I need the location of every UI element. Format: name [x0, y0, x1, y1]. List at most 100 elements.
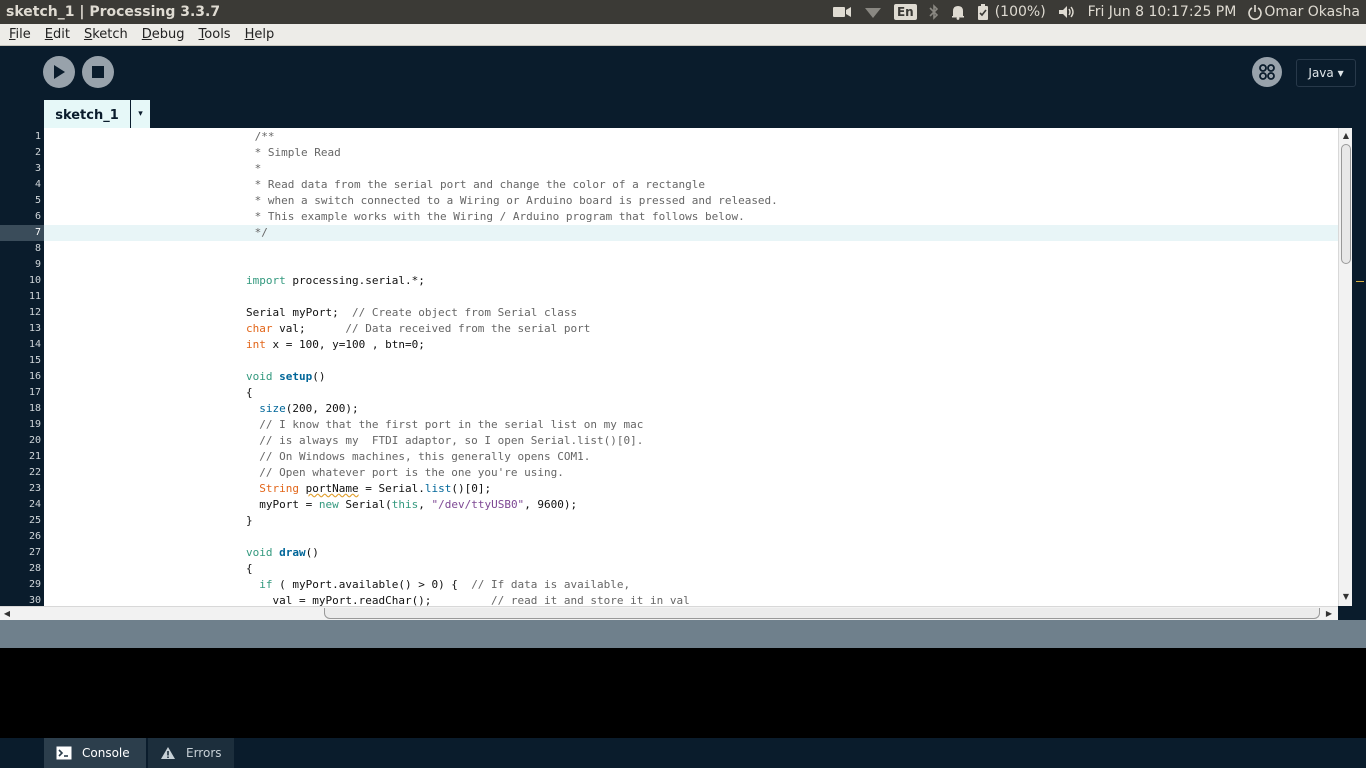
stop-icon	[92, 66, 104, 78]
code-line: {	[246, 562, 253, 575]
notification-bell-icon[interactable]	[951, 4, 965, 20]
camera-icon[interactable]	[832, 5, 852, 19]
wifi-icon[interactable]	[864, 5, 882, 19]
code-line: */	[248, 226, 268, 239]
tab-bar: sketch_1 ▾	[0, 100, 1366, 128]
clock[interactable]: Fri Jun 8 10:17:25 PM	[1088, 4, 1237, 20]
debugger-button[interactable]	[1252, 57, 1282, 87]
keyboard-layout[interactable]: En	[893, 4, 917, 20]
warning-icon	[161, 747, 175, 759]
line-number: 23	[28, 483, 41, 494]
code-area[interactable]: /** * Simple Read * * Read data from the…	[44, 128, 1338, 606]
line-number: 13	[28, 323, 41, 334]
line-number: 14	[28, 339, 41, 350]
error-marker-column[interactable]	[1352, 128, 1366, 606]
butterfly-icon	[1259, 64, 1275, 80]
terminal-icon	[56, 746, 72, 760]
line-number: 8	[34, 243, 41, 254]
menu-file[interactable]: File	[4, 27, 36, 42]
code-line: String portName = Serial.list()[0];	[259, 482, 492, 495]
line-number: 6	[34, 211, 41, 222]
code-line: // Open whatever port is the one you're …	[246, 466, 564, 479]
line-number: 21	[28, 451, 41, 462]
mode-selector[interactable]: Java ▾	[1296, 59, 1356, 87]
volume-icon[interactable]	[1058, 5, 1076, 19]
line-number: 12	[28, 307, 41, 318]
battery-percent: (100%)	[994, 4, 1046, 20]
current-line-highlight	[44, 225, 1338, 241]
scroll-left-icon[interactable]: ◀	[0, 609, 14, 618]
warning-marker[interactable]	[1356, 281, 1364, 282]
code-line: {	[246, 386, 253, 399]
window-title: sketch_1 | Processing 3.3.7	[6, 4, 221, 20]
play-icon	[54, 65, 65, 79]
code-line: * Simple Read	[248, 146, 341, 159]
vertical-scrollbar[interactable]: ▲ ▼	[1338, 128, 1352, 606]
line-number: 11	[28, 291, 41, 302]
code-line: /**	[248, 130, 275, 143]
code-line: myPort = new Serial(this, "/dev/ttyUSB0"…	[246, 498, 578, 511]
line-number: 2	[34, 147, 41, 158]
line-number: 10	[28, 275, 41, 286]
line-number: 1	[34, 131, 41, 142]
line-number: 27	[28, 547, 41, 558]
code-line: void draw()	[246, 546, 319, 559]
code-line: // I know that the first port in the ser…	[246, 418, 644, 431]
code-line: * Read data from the serial port and cha…	[248, 178, 705, 191]
battery-icon[interactable]	[977, 4, 989, 20]
code-line: char val; // Data received from the seri…	[246, 322, 591, 335]
code-line: Serial myPort; // Create object from Ser…	[246, 306, 578, 319]
line-number-gutter: 1 2 3 4 5 6 7 8 9 10 11 12 13 14 15 16 17 18 19 20 21 22 23 24 2…	[0, 128, 44, 606]
footer-bar: Console Errors	[0, 738, 1366, 768]
bluetooth-icon[interactable]	[929, 4, 939, 20]
menu-edit[interactable]: Edit	[40, 27, 75, 42]
line-number: 28	[28, 563, 41, 574]
indicator-area: En (100%) Fri Jun 8 10:17:25 PM Omar Oka…	[832, 0, 1366, 24]
line-number: 25	[28, 515, 41, 526]
menu-tools[interactable]: Tools	[194, 27, 236, 42]
menu-sketch[interactable]: Sketch	[79, 27, 133, 42]
line-number: 9	[34, 259, 41, 270]
code-line: size(200, 200);	[259, 402, 359, 415]
line-number: 26	[28, 531, 41, 542]
code-line: if ( myPort.available() > 0) { // If dat…	[259, 578, 631, 591]
menu-help[interactable]: Help	[240, 27, 280, 42]
horizontal-scroll-thumb[interactable]	[324, 608, 1320, 619]
menu-debug[interactable]: Debug	[137, 27, 190, 42]
code-editor[interactable]: 1 2 3 4 5 6 7 8 9 10 11 12 13 14 15 16 17 18 19 20 21 22 23 24 2…	[0, 128, 1366, 606]
tab-sketch-1[interactable]: sketch_1	[44, 100, 130, 128]
status-bar	[0, 620, 1366, 648]
line-number: 20	[28, 435, 41, 446]
tab-errors[interactable]: Errors	[148, 738, 234, 768]
scroll-down-icon[interactable]: ▼	[1339, 592, 1353, 601]
scroll-up-icon[interactable]: ▲	[1339, 131, 1353, 140]
user-name[interactable]: Omar Okasha	[1264, 4, 1360, 20]
power-icon[interactable]	[1248, 4, 1263, 20]
code-line: void setup()	[246, 370, 326, 383]
top-panel: sketch_1 | Processing 3.3.7 En (100%) Fr…	[0, 0, 1366, 24]
horizontal-scrollbar[interactable]: ◀ ▶	[0, 606, 1338, 620]
line-number: 5	[34, 195, 41, 206]
tab-console[interactable]: Console	[44, 738, 146, 768]
code-line: import processing.serial.*;	[246, 274, 425, 287]
line-number: 16	[28, 371, 41, 382]
line-number: 29	[28, 579, 41, 590]
vertical-scroll-thumb[interactable]	[1341, 144, 1351, 264]
stop-button[interactable]	[82, 56, 114, 88]
console-output[interactable]	[0, 648, 1366, 738]
line-number: 18	[28, 403, 41, 414]
line-number: 19	[28, 419, 41, 430]
code-line: // is always my FTDI adaptor, so I open …	[246, 434, 644, 447]
run-button[interactable]	[43, 56, 75, 88]
line-number: 7	[0, 225, 44, 241]
menu-bar: File Edit Sketch Debug Tools Help	[0, 24, 1366, 46]
line-number: 22	[28, 467, 41, 478]
code-line: *	[248, 162, 262, 175]
tab-menu-button[interactable]: ▾	[131, 100, 150, 128]
line-number: 15	[28, 355, 41, 366]
code-line: int x = 100, y=100 , btn=0;	[246, 338, 425, 351]
toolbar: Java ▾	[0, 47, 1366, 100]
code-line: }	[246, 514, 253, 527]
code-line: * when a switch connected to a Wiring or…	[248, 194, 778, 207]
scroll-right-icon[interactable]: ▶	[1322, 609, 1336, 618]
